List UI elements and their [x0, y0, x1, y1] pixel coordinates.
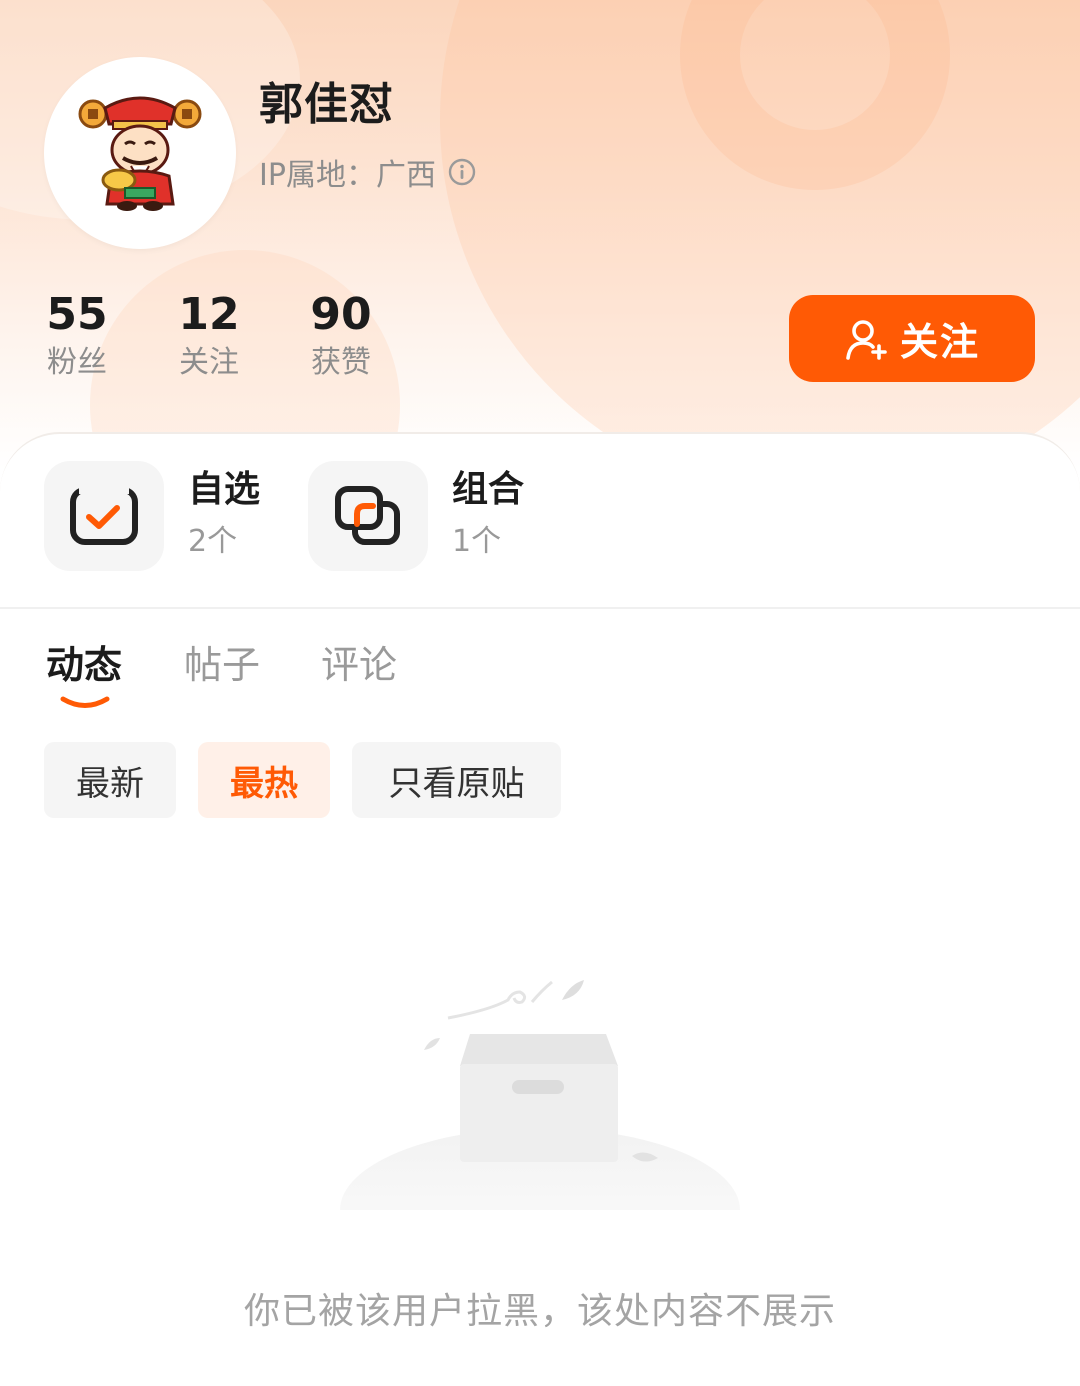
follow-button-label: 关注 — [899, 320, 980, 364]
watchlist-icon-box — [44, 461, 164, 571]
filter-hottest[interactable]: 最热 — [198, 742, 330, 818]
ip-location: IP属地：广西 — [259, 150, 476, 194]
stat-following[interactable]: 12 关注 — [174, 290, 244, 386]
tab-activity[interactable]: 动态 — [46, 640, 122, 690]
tab-posts[interactable]: 帖子 — [184, 640, 260, 690]
stat-following-count: 12 — [178, 289, 240, 340]
stat-following-label: 关注 — [179, 345, 239, 380]
add-user-icon — [846, 319, 887, 360]
stat-likes-label: 获赞 — [311, 345, 371, 380]
filter-original-only[interactable]: 只看原贴 — [352, 742, 561, 818]
overlap-squares-icon — [335, 486, 400, 545]
quick-link-watchlist[interactable]: 自选 2个 — [44, 461, 260, 571]
fortune-god-avatar-icon — [78, 96, 202, 211]
follow-button[interactable]: 关注 — [789, 295, 1035, 382]
avatar[interactable] — [44, 57, 236, 249]
stat-fans-label: 粉丝 — [47, 345, 107, 380]
stat-likes-count: 90 — [310, 289, 372, 340]
filter-latest[interactable]: 最新 — [44, 742, 176, 818]
ip-location-text: IP属地：广西 — [259, 158, 436, 193]
stat-fans[interactable]: 55 粉丝 — [42, 290, 112, 386]
portfolio-title: 组合 — [452, 469, 525, 510]
username: 郭佳怼 — [259, 79, 394, 130]
info-icon[interactable] — [448, 158, 476, 186]
active-tab-indicator — [60, 696, 110, 708]
content-card — [0, 432, 1080, 1386]
empty-box-illustration — [340, 980, 740, 1210]
watchlist-title: 自选 — [188, 469, 261, 510]
quick-link-portfolio[interactable]: 组合 1个 — [308, 461, 524, 571]
portfolio-count: 1个 — [452, 524, 502, 559]
checkbox-icon — [70, 486, 138, 545]
tab-comments[interactable]: 评论 — [321, 640, 397, 690]
divider — [0, 607, 1080, 609]
stat-fans-count: 55 — [46, 289, 108, 340]
blocked-message: 你已被该用户拉黑，该处内容不展示 — [243, 1291, 836, 1332]
stat-likes[interactable]: 90 获赞 — [306, 290, 376, 386]
portfolio-icon-box — [308, 461, 428, 571]
watchlist-count: 2个 — [188, 524, 238, 559]
